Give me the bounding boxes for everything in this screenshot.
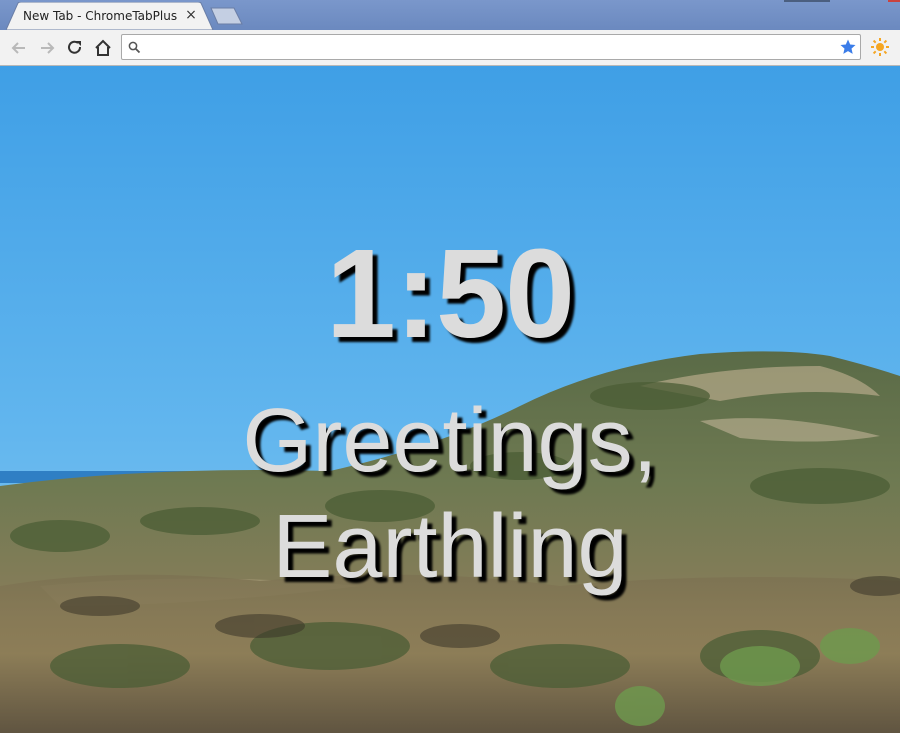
address-input[interactable] bbox=[148, 37, 828, 57]
clock: 1:50 bbox=[325, 223, 575, 364]
star-icon[interactable] bbox=[839, 38, 857, 56]
greeting-line-2: Earthling bbox=[272, 497, 628, 597]
new-tab-page: 1:50 Greetings, Earthling bbox=[0, 66, 900, 733]
back-arrow-icon[interactable] bbox=[9, 38, 29, 58]
omnibox[interactable] bbox=[121, 34, 861, 60]
tab-close-icon[interactable]: × bbox=[183, 7, 199, 23]
tab-new-tab[interactable]: New Tab - ChromeTabPlus × bbox=[6, 2, 214, 30]
window-close-accent bbox=[888, 0, 900, 2]
greeting-text: Greetings, Earthling bbox=[0, 388, 900, 600]
tab-title: New Tab - ChromeTabPlus bbox=[23, 9, 178, 23]
window-control-accent bbox=[784, 0, 830, 2]
new-tab-button[interactable] bbox=[210, 7, 244, 30]
home-icon[interactable] bbox=[93, 38, 113, 58]
sun-icon[interactable] bbox=[870, 37, 890, 62]
reload-icon[interactable] bbox=[65, 38, 85, 58]
forward-arrow-icon[interactable] bbox=[37, 38, 57, 58]
greeting-line-1: Greetings, bbox=[242, 391, 658, 491]
browser-toolbar bbox=[0, 30, 900, 66]
search-icon bbox=[128, 41, 141, 54]
tab-strip: New Tab - ChromeTabPlus × bbox=[0, 0, 900, 30]
